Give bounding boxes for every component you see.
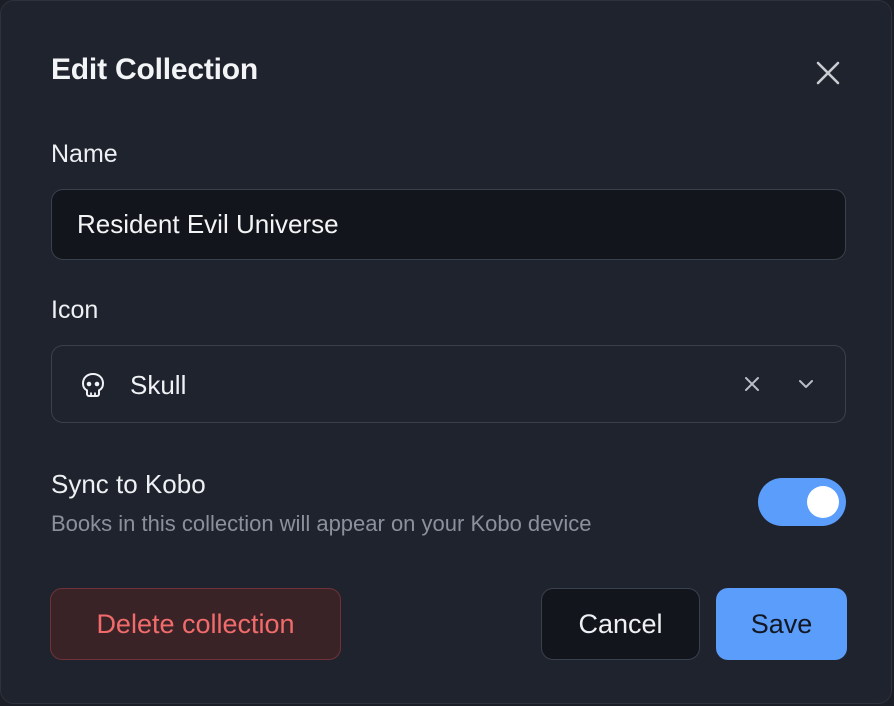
close-icon <box>816 61 840 85</box>
name-input[interactable] <box>77 209 817 240</box>
clear-icon[interactable] <box>740 372 764 396</box>
toggle-knob <box>807 486 839 518</box>
name-field[interactable] <box>51 189 846 260</box>
save-button[interactable]: Save <box>716 588 847 660</box>
delete-collection-button[interactable]: Delete collection <box>50 588 341 660</box>
name-label: Name <box>51 140 118 168</box>
cancel-button[interactable]: Cancel <box>541 588 700 660</box>
chevron-down-icon[interactable] <box>794 372 818 396</box>
icon-select[interactable]: Skull <box>51 345 846 423</box>
sync-description: Books in this collection will appear on … <box>51 511 592 536</box>
close-button[interactable] <box>811 56 845 90</box>
icon-label: Icon <box>51 296 99 324</box>
edit-collection-dialog: Edit Collection Name Icon Skull Sync to … <box>0 0 892 704</box>
sync-toggle[interactable] <box>758 478 846 526</box>
skull-icon <box>82 373 104 397</box>
icon-select-value: Skull <box>130 370 187 400</box>
dialog-title: Edit Collection <box>51 53 259 86</box>
sync-title: Sync to Kobo <box>51 469 206 499</box>
